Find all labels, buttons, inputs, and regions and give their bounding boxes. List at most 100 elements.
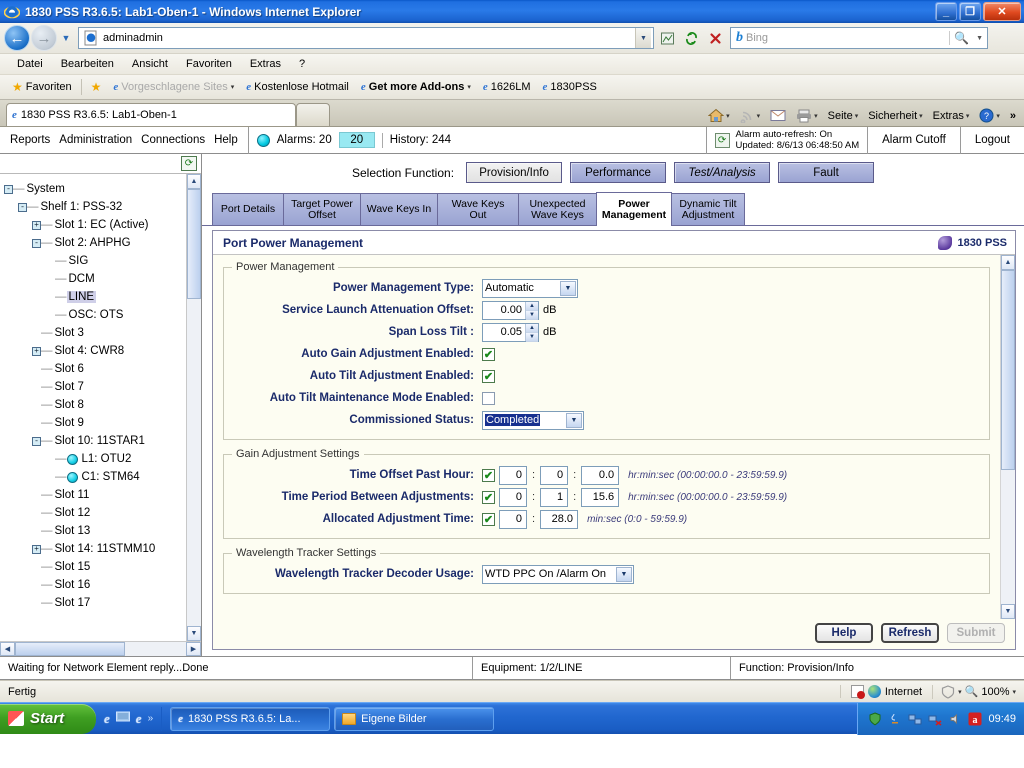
security-zone[interactable]: Internet [839,685,932,699]
time-period-seconds-input[interactable]: 15.6 [581,487,620,507]
tree-node-label[interactable]: C1: STM64 [80,471,142,483]
stepper-down-icon[interactable]: ▼ [526,332,538,342]
tree-node[interactable]: — Slot 15 [4,558,186,576]
tree-node[interactable]: — Slot 9 [4,414,186,432]
chevron-down-icon[interactable]: ▾ [855,112,859,120]
scroll-thumb[interactable] [1001,270,1015,470]
tree-node-label[interactable]: Slot 17 [53,597,93,609]
tree-expand-icon[interactable]: + [32,346,41,356]
scroll-track[interactable] [187,189,201,626]
app-menu-help[interactable]: Help [214,134,238,146]
alarm-cutoff-button[interactable]: Alarm Cutoff [868,134,960,146]
network-icon[interactable] [908,712,922,726]
chevron-down-icon[interactable]: ▾ [966,112,970,120]
tree-node-label[interactable]: Slot 11 [53,489,92,501]
time-offset-hours-input[interactable]: 0 [499,465,527,485]
tab-power-management[interactable]: Power Management [596,192,672,226]
tree-node[interactable]: — L1: OTU2 [4,450,186,468]
tree-node[interactable]: - — Shelf 1: PSS-32 [4,198,186,216]
tree-node-label[interactable]: SIG [67,255,91,267]
search-icon[interactable]: 🔍 [949,31,973,45]
allocated-minutes-input[interactable]: 0 [499,509,527,529]
chevron-down-icon[interactable]: ▾ [996,112,1000,120]
read-mail-button[interactable] [766,108,790,123]
chevron-down-icon[interactable]: ▾ [814,112,818,120]
tab-target-power-offset[interactable]: Target Power Offset [283,193,361,225]
add-to-favorites-bar-button[interactable]: ★ [85,80,108,94]
browser-tab-1830-pss[interactable]: e 1830 PSS R3.6.5: Lab1-Oben-1 [6,103,296,126]
tree-node[interactable]: - — System [4,180,186,198]
tree-node[interactable]: — DCM [4,270,186,288]
chevron-down-icon[interactable]: ▾ [726,112,730,120]
tree-node-label[interactable]: Slot 13 [53,525,93,537]
time-period-minutes-input[interactable]: 1 [540,487,569,507]
service-launch-attenuation-offset-stepper[interactable]: 0.00 ▲ ▼ [482,300,539,320]
scroll-up-icon[interactable]: ▲ [187,174,201,189]
address-chevron-down-icon[interactable]: ▼ [635,28,651,48]
search-box[interactable]: b Bing 🔍 ▼ [730,27,988,49]
stop-icon[interactable] [704,27,726,49]
search-provider-chevron-down-icon[interactable]: ▼ [973,35,986,42]
help-button[interactable]: Help [815,623,873,643]
menu-help[interactable]: ? [290,56,314,72]
stepper-up-icon[interactable]: ▲ [526,301,538,311]
internet-explorer-icon[interactable]: e [104,711,110,727]
tree-refresh-icon[interactable]: ⟳ [181,156,197,171]
scroll-thumb[interactable] [15,642,125,656]
app-menu-reports[interactable]: Reports [10,134,50,146]
scroll-thumb[interactable] [187,189,201,299]
window-controls[interactable]: _ ❐ ✕ [935,2,1021,21]
time-offset-past-hour-checkbox[interactable]: ✔ [482,468,495,482]
tree-node[interactable]: — SIG [4,252,186,270]
print-button[interactable]: ▾ [792,108,822,124]
refresh-icon[interactable] [680,27,702,49]
task-button-1830-pss[interactable]: e 1830 PSS R3.6.5: La... [170,706,331,731]
auto-tilt-maintenance-checkbox[interactable] [482,391,495,405]
tree-vertical-scrollbar[interactable]: ▲ ▼ [186,174,201,641]
internet-explorer-icon[interactable]: e [136,711,142,727]
address-value[interactable]: adminadmin [103,32,635,44]
scroll-down-icon[interactable]: ▼ [187,626,201,641]
span-loss-tilt-stepper[interactable]: 0.05 ▲ ▼ [482,322,539,342]
tree-node[interactable]: — Slot 8 [4,396,186,414]
chevron-down-icon[interactable]: ▾ [1012,688,1016,696]
tab-unexpected-wave-keys[interactable]: Unexpected Wave Keys [518,193,597,225]
close-button[interactable]: ✕ [983,2,1021,21]
chevron-down-icon[interactable]: ▼ [560,280,576,296]
scroll-track[interactable] [1001,270,1015,604]
tree-node[interactable]: — Slot 13 [4,522,186,540]
address-bar[interactable]: adminadmin ▼ [78,27,654,49]
selection-function-test-analysis[interactable]: Test/Analysis [674,162,771,183]
task-button-eigene-bilder[interactable]: Eigene Bilder [334,706,495,731]
tree-collapse-icon[interactable]: - [32,238,41,248]
favorite-get-more-addons[interactable]: e Get more Add-ons ▾ [355,81,477,93]
allocated-seconds-input[interactable]: 28.0 [540,509,579,529]
tree-node-label[interactable]: Slot 4: CWR8 [53,345,127,357]
tools-menu[interactable]: Extras ▾ [929,109,974,123]
tree-node[interactable]: — Slot 12 [4,504,186,522]
tree-node-label[interactable]: System [25,183,67,195]
clock[interactable]: 09:49 [988,713,1016,725]
tab-dynamic-tilt-adjustment[interactable]: Dynamic Tilt Adjustment [671,193,745,225]
tree-node[interactable]: — Slot 3 [4,324,186,342]
maximize-button[interactable]: ❐ [959,2,981,21]
tree-node-label[interactable]: OSC: OTS [67,309,126,321]
tab-port-details[interactable]: Port Details [212,193,284,225]
network-disconnected-icon[interactable] [928,712,942,726]
tree-node[interactable]: — Slot 6 [4,360,186,378]
zoom-control[interactable]: ▾ 🔍 100% ▾ [932,684,1024,699]
safety-menu[interactable]: Sicherheit ▾ [864,109,926,123]
tab-wave-keys-out[interactable]: Wave Keys Out [437,193,519,225]
volume-icon[interactable] [948,712,962,726]
forward-button[interactable]: → [31,25,57,51]
service-launch-attenuation-offset-value[interactable]: 0.00 [483,302,525,319]
app-menu-administration[interactable]: Administration [59,134,132,146]
tree-collapse-icon[interactable]: - [4,184,13,194]
tree-collapse-icon[interactable]: - [32,436,41,446]
tree-node[interactable]: — C1: STM64 [4,468,186,486]
menu-bearbeiten[interactable]: Bearbeiten [52,56,123,72]
wavelength-tracker-decoder-usage-select[interactable]: WTD PPC On /Alarm On ▼ [482,564,634,584]
tree-node[interactable]: + — Slot 4: CWR8 [4,342,186,360]
selection-function-performance[interactable]: Performance [570,162,667,183]
antivirus-icon[interactable]: a [968,712,982,726]
